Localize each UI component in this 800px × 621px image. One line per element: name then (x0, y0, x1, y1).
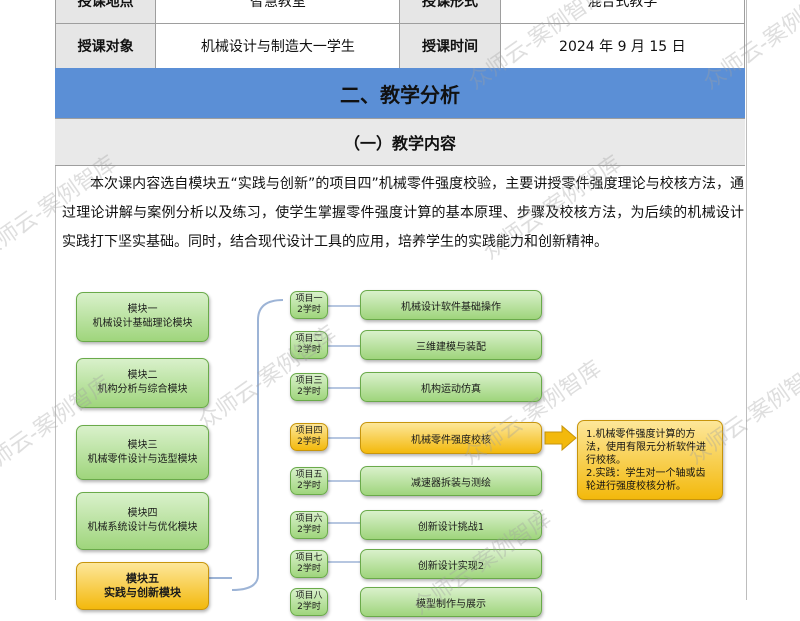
project-task-box: 机构运动仿真 (360, 372, 542, 402)
module-title: 模块一 (127, 304, 158, 315)
project-task-box: 机械零件强度校核 (360, 422, 542, 454)
project-hours: 2学时 (297, 564, 321, 574)
project-name: 项目一 (295, 294, 323, 304)
project-name: 项目二 (295, 334, 323, 344)
module-subtitle: 实践与创新模块 (104, 586, 181, 599)
module-box: 模块一机械设计基础理论模块 (76, 292, 209, 342)
project-task-box: 创新设计挑战1 (360, 510, 542, 540)
project-hours: 2学时 (297, 345, 321, 355)
module-subtitle: 机械零件设计与选型模块 (87, 453, 198, 465)
project-task-box: 三维建模与装配 (360, 330, 542, 360)
project-hours: 2学时 (297, 602, 321, 612)
note-line: 2.实践：学生对一个轴或齿轮进行强度校核分析。 (586, 468, 706, 492)
project-box: 项目四 2学时 (290, 423, 328, 451)
project-hours: 2学时 (297, 305, 321, 315)
project-note: 1.机械零件强度计算的方法，使用有限元分析软件进行校核。 2.实践：学生对一个轴… (577, 420, 723, 500)
project-box: 项目三 2学时 (290, 373, 328, 401)
project-name: 项目四 (295, 426, 323, 436)
project-box: 项目七 2学时 (290, 550, 328, 578)
project-box: 项目二 2学时 (290, 331, 328, 359)
module-title: 模块五 (126, 572, 159, 585)
project-name: 项目五 (295, 470, 323, 480)
project-task-box: 机械设计软件基础操作 (360, 290, 542, 320)
note-line: 1.机械零件强度计算的方法，使用有限元分析软件进行校核。 (586, 429, 706, 466)
module-box: 模块五 实践与创新模块 (76, 562, 209, 610)
project-box: 项目八 2学时 (290, 588, 328, 616)
module-box: 模块四机械系统设计与优化模块 (76, 492, 209, 550)
project-box: 项目六 2学时 (290, 511, 328, 539)
module-subtitle: 机械系统设计与优化模块 (87, 522, 198, 533)
project-name: 项目三 (295, 376, 323, 386)
module-box: 模块三机械零件设计与选型模块 (76, 425, 209, 480)
arrow-icon (544, 424, 577, 452)
module-title: 模块二 (127, 370, 158, 381)
project-name: 项目七 (295, 553, 323, 563)
project-hours: 2学时 (297, 437, 321, 447)
project-task-box: 减速器拆装与测绘 (360, 466, 542, 496)
project-hours: 2学时 (297, 525, 321, 535)
project-name: 项目六 (295, 514, 323, 524)
project-task-box: 创新设计实现2 (360, 549, 542, 579)
project-box: 项目五 2学时 (290, 467, 328, 495)
project-name: 项目八 (295, 591, 323, 601)
module-title: 模块三 (127, 439, 158, 451)
project-task-box: 模型制作与展示 (360, 587, 542, 617)
module-title: 模块四 (127, 508, 158, 519)
module-box: 模块二机构分析与综合模块 (76, 358, 209, 408)
project-hours: 2学时 (297, 387, 321, 397)
project-box: 项目一 2学时 (290, 291, 328, 319)
project-hours: 2学时 (297, 481, 321, 491)
module-subtitle: 机械设计基础理论模块 (92, 318, 193, 329)
module-subtitle: 机构分析与综合模块 (97, 384, 188, 395)
